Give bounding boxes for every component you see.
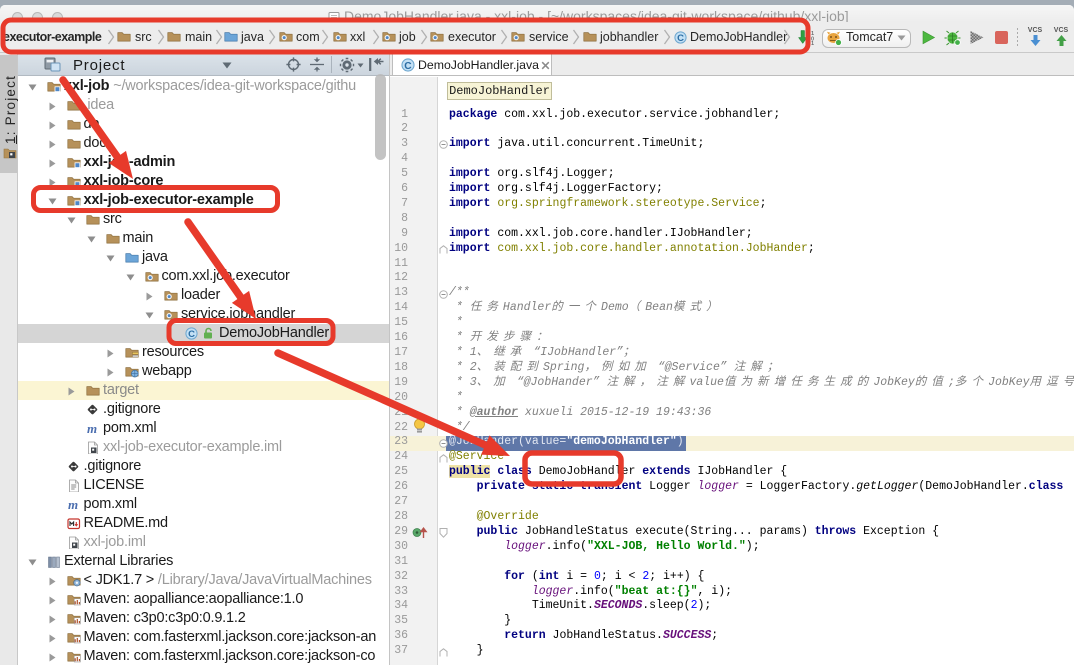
svg-text:1: 1	[811, 41, 814, 45]
svg-text:m: m	[68, 498, 78, 511]
svg-text:C: C	[677, 33, 684, 44]
svg-text:m: m	[87, 422, 97, 435]
svg-text:C: C	[188, 329, 195, 340]
svg-text:C: C	[404, 61, 412, 72]
